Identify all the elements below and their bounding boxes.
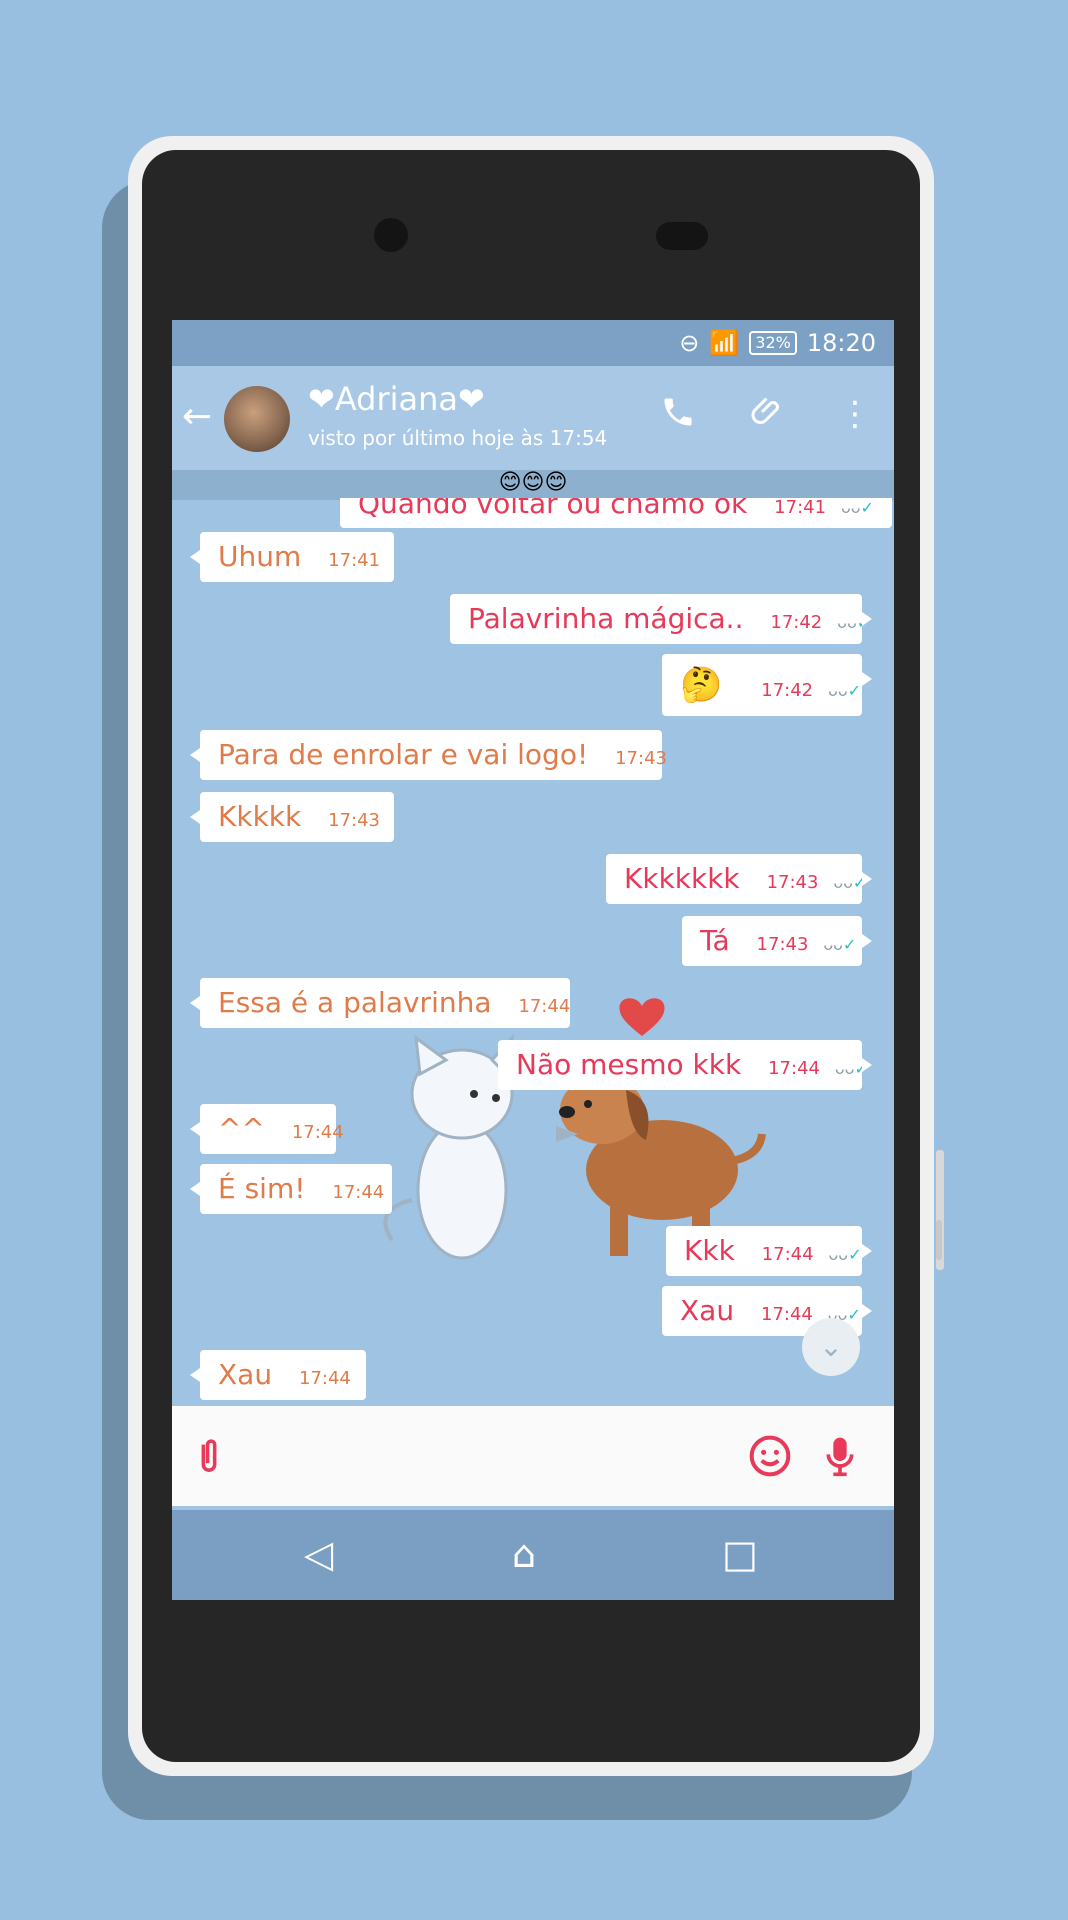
message-text: Uhum bbox=[218, 540, 302, 573]
message-bubble-in[interactable]: Xau 17:44 bbox=[190, 1350, 366, 1400]
message-time: 17:44 bbox=[768, 1058, 820, 1079]
smiley-icon[interactable] bbox=[748, 1434, 792, 1482]
message-bubble-out[interactable]: Palavrinha mágica.. 17:42 ᴗᴗ✓ bbox=[450, 594, 872, 644]
message-text: Não mesmo kkk bbox=[516, 1048, 742, 1081]
message-text: Xau bbox=[218, 1358, 273, 1391]
message-time: 17:43 bbox=[615, 748, 667, 769]
message-time: 17:44 bbox=[291, 1122, 344, 1143]
message-text: Kkk bbox=[684, 1234, 735, 1267]
message-time: 17:44 bbox=[761, 1244, 814, 1265]
front-camera bbox=[374, 218, 408, 252]
message-bubble-out[interactable]: Kkkkkkk 17:43 ᴗᴗ✓ bbox=[606, 854, 872, 904]
message-bubble-in[interactable]: Kkkkk 17:43 bbox=[190, 792, 394, 842]
nav-back-button[interactable]: ◁ bbox=[304, 1532, 333, 1576]
message-text: Kkkkkkk bbox=[624, 862, 740, 895]
volume-button bbox=[936, 1220, 942, 1260]
message-bubble-out[interactable]: Não mesmo kkk 17:44 ᴗᴗ✓ bbox=[498, 1040, 872, 1090]
nav-recent-button[interactable]: □ bbox=[722, 1532, 758, 1576]
nav-home-button[interactable]: ⌂ bbox=[512, 1532, 536, 1576]
message-text: Para de enrolar e vai logo! bbox=[218, 738, 589, 771]
microphone-icon[interactable] bbox=[820, 1434, 860, 1482]
message-text: Palavrinha mágica.. bbox=[468, 602, 744, 635]
message-time: 17:43 bbox=[328, 810, 381, 831]
message-time: 17:44 bbox=[299, 1368, 351, 1389]
message-bubble-out[interactable]: 🤔 17:42 ᴗᴗ✓ bbox=[662, 654, 872, 716]
message-time: 17:44 bbox=[332, 1182, 385, 1203]
message-bubble-in[interactable]: ^^ 17:44 bbox=[190, 1104, 344, 1154]
scroll-down-button[interactable]: ⌄ bbox=[802, 1318, 860, 1376]
phone-icon[interactable] bbox=[660, 394, 696, 439]
message-text: 🤔 bbox=[680, 665, 723, 705]
message-text: Kkkkk bbox=[218, 800, 302, 833]
message-bubble-in[interactable]: Uhum 17:41 bbox=[190, 532, 394, 582]
last-seen: visto por último hoje às 17:54 bbox=[308, 426, 608, 450]
android-nav-bar: ◁ ⌂ □ bbox=[172, 1510, 894, 1600]
message-text: Xau bbox=[680, 1294, 735, 1327]
message-bubble-in[interactable]: É sim! 17:44 bbox=[190, 1164, 392, 1214]
paperclip-icon[interactable] bbox=[192, 1436, 226, 1480]
message-text: Tá bbox=[700, 924, 730, 957]
read-receipt-icon: ᴗᴗ✓ bbox=[833, 873, 867, 892]
read-receipt-icon: ᴗᴗ✓ bbox=[823, 935, 857, 954]
paperclip-icon[interactable] bbox=[750, 394, 786, 439]
message-time: 17:43 bbox=[766, 872, 819, 893]
read-receipt-icon: ᴗᴗ✓ bbox=[828, 1245, 862, 1264]
read-receipt-icon: ᴗᴗ✓ bbox=[828, 681, 862, 700]
read-receipt-icon: ᴗᴗ✓ bbox=[840, 498, 874, 517]
message-time: 17:41 bbox=[774, 497, 827, 518]
message-time: 17:44 bbox=[761, 1304, 813, 1325]
message-bubble-out[interactable]: Kkk 17:44 ᴗᴗ✓ bbox=[666, 1226, 872, 1276]
wifi-icon: 📶 bbox=[709, 329, 740, 357]
message-bubble-out[interactable]: Tá 17:43 ᴗᴗ✓ bbox=[682, 916, 872, 966]
phone-screen: ⊖ 📶 32% 18:20 ← ❤Adriana❤ visto por últi… bbox=[172, 320, 894, 1600]
message-text: ^^ bbox=[218, 1112, 265, 1145]
arrow-left-icon[interactable]: ← bbox=[182, 396, 212, 437]
read-receipt-icon: ᴗᴗ✓ bbox=[834, 1059, 868, 1078]
battery-indicator: 32% bbox=[749, 331, 797, 355]
earpiece bbox=[656, 222, 708, 250]
heart-icon bbox=[619, 998, 665, 1036]
more-vertical-icon[interactable]: ⋮ bbox=[838, 394, 872, 434]
contact-name[interactable]: ❤Adriana❤ bbox=[308, 380, 485, 418]
clock: 18:20 bbox=[806, 329, 876, 357]
message-time: 17:42 bbox=[770, 612, 823, 633]
message-bubble-in[interactable]: Para de enrolar e vai logo! 17:43 bbox=[190, 730, 667, 780]
status-bar: ⊖ 📶 32% 18:20 bbox=[172, 320, 894, 366]
dnd-icon: ⊖ bbox=[679, 329, 700, 357]
cat-icon bbox=[383, 1033, 514, 1260]
chat-header: ← ❤Adriana❤ visto por último hoje às 17:… bbox=[172, 366, 894, 470]
message-input-bar[interactable] bbox=[172, 1406, 894, 1506]
message-time: 17:43 bbox=[756, 934, 809, 955]
message-text: É sim! bbox=[218, 1172, 306, 1205]
message-time: 17:41 bbox=[328, 550, 381, 571]
message-time: 17:42 bbox=[761, 680, 814, 701]
avatar[interactable] bbox=[224, 386, 290, 452]
read-receipt-icon: ᴗᴗ✓ bbox=[837, 613, 871, 632]
chevron-double-down-icon: ⌄ bbox=[819, 1330, 843, 1363]
reaction-strip: 😊😊😊 bbox=[172, 470, 894, 500]
